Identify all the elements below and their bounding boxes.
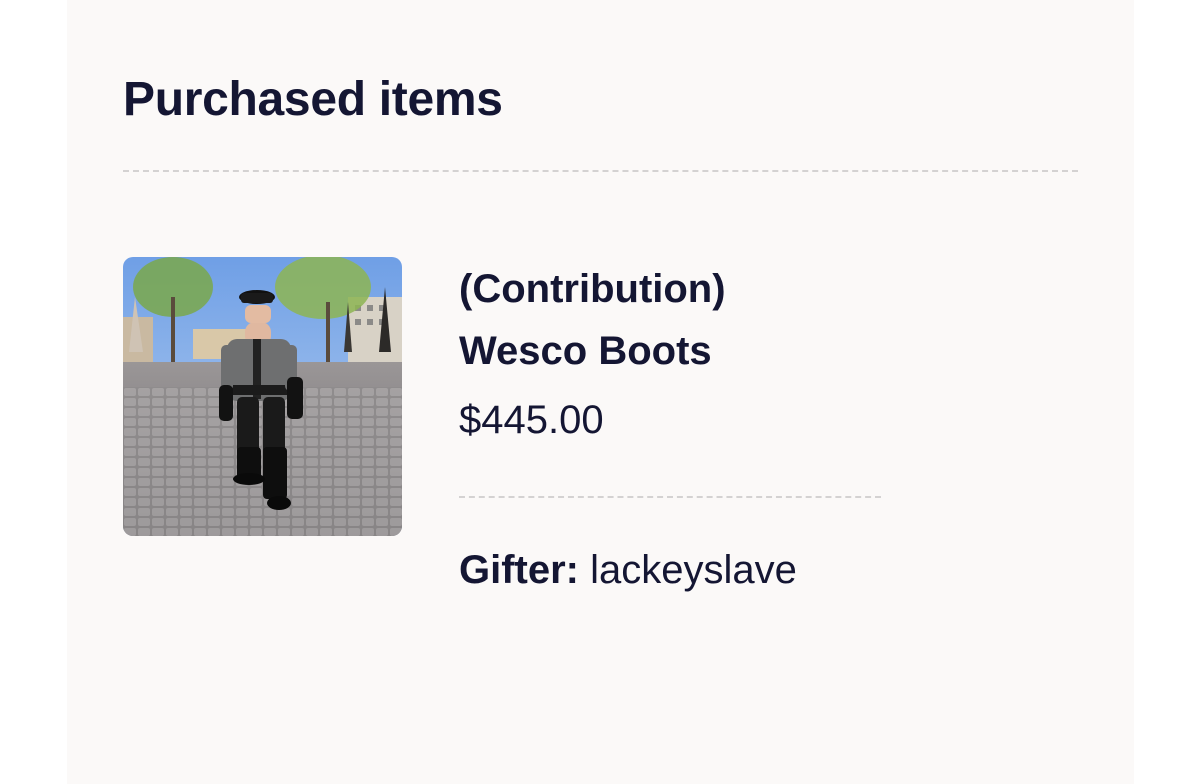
item-name[interactable]: Wesco Boots (459, 320, 1059, 382)
gifter-row: Gifter: lackeyslave (459, 548, 797, 593)
section-divider (123, 170, 1078, 172)
item-thumbnail[interactable] (123, 257, 402, 536)
gifter-value: lackeyslave (590, 548, 797, 592)
item-details: (Contribution) Wesco Boots $445.00 Gifte… (459, 258, 1059, 592)
purchased-items-panel: Purchased items (Contribution) Wesco Boo… (67, 0, 1134, 784)
item-divider (459, 496, 881, 498)
item-price: $445.00 (459, 398, 604, 442)
gifter-label: Gifter: (459, 548, 591, 592)
item-photo (123, 257, 402, 536)
section-title: Purchased items (123, 73, 503, 126)
item-type-label: (Contribution) (459, 267, 726, 311)
